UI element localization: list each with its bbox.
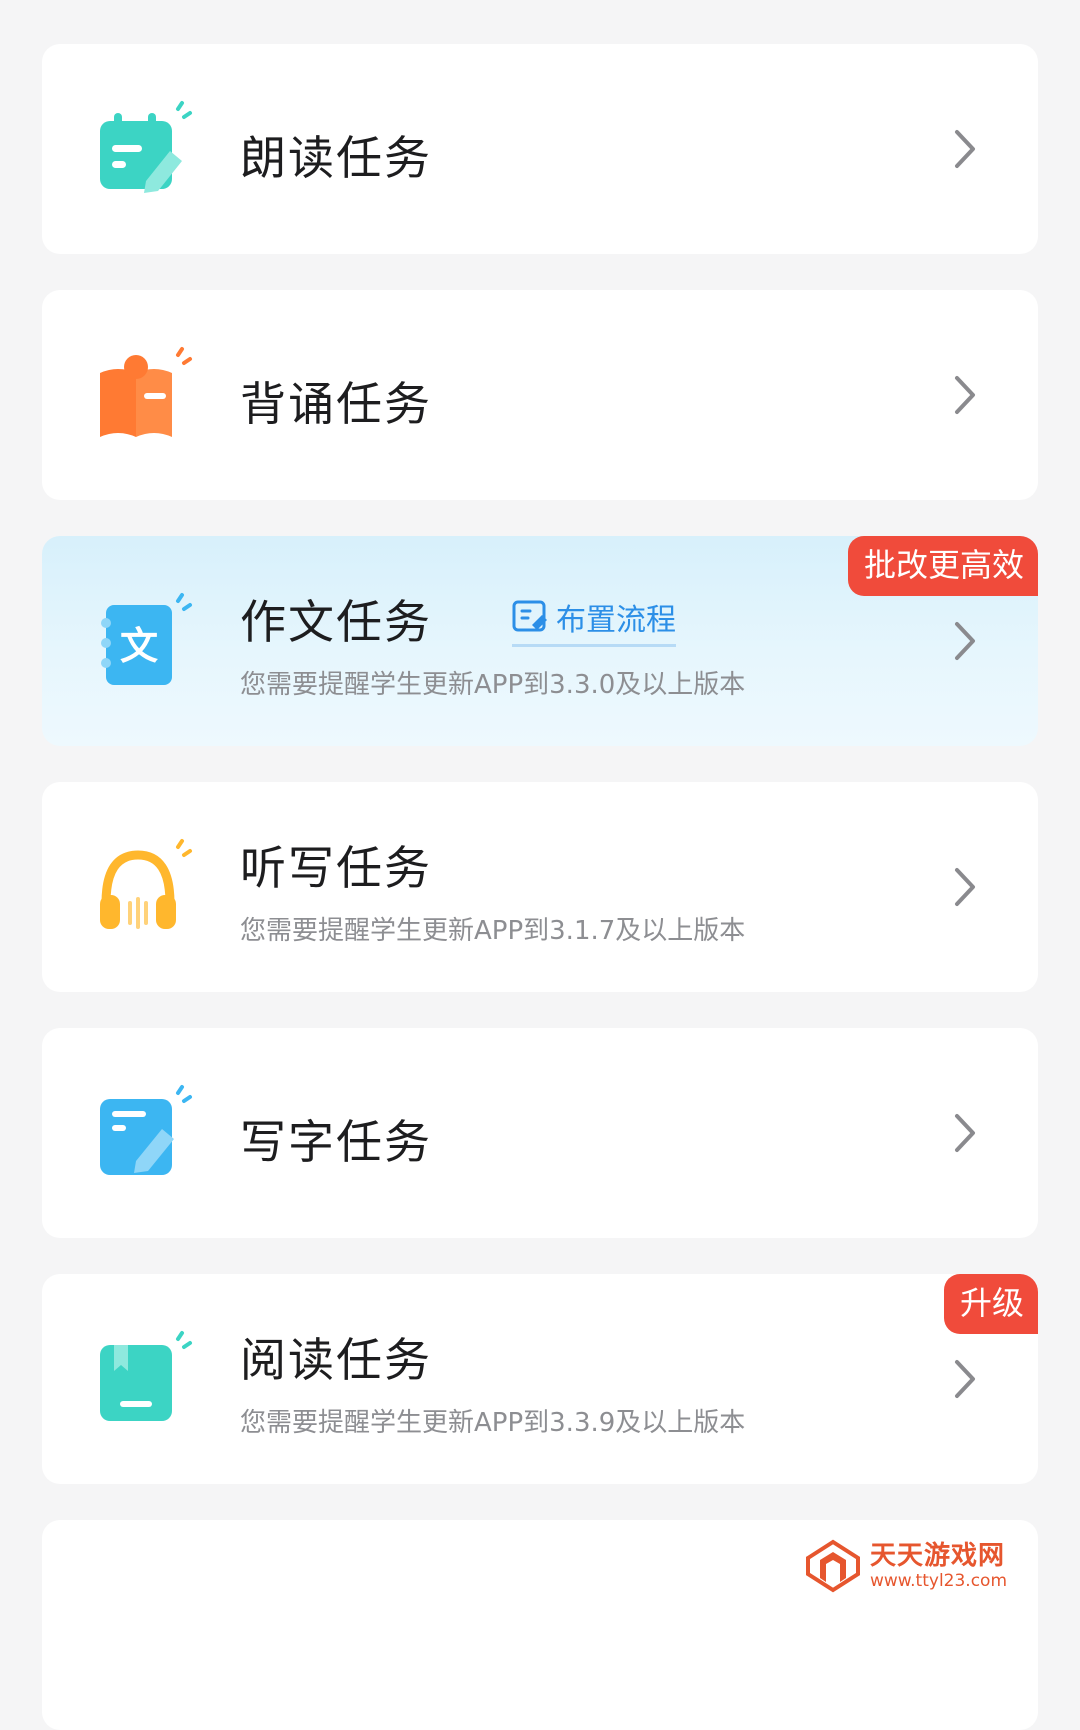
watermark-url: www.ttyl23.com bbox=[870, 1570, 1008, 1591]
chevron-right-icon bbox=[955, 1114, 975, 1152]
watermark-logo-icon bbox=[806, 1539, 860, 1593]
task-card-dictation[interactable]: 听写任务 您需要提醒学生更新APP到3.1.7及以上版本 bbox=[42, 782, 1038, 992]
task-title: 作文任务 bbox=[240, 595, 432, 649]
task-card-reading[interactable]: 阅读任务 您需要提醒学生更新APP到3.3.9及以上版本 升级 bbox=[42, 1274, 1038, 1484]
chevron-right-icon bbox=[955, 130, 975, 168]
note-pencil-icon bbox=[100, 1085, 192, 1175]
task-card-composition[interactable]: 文 作文任务 布置流程 您需要提醒学生更新APP到3.3.0及以上版本 批改更高… bbox=[42, 536, 1038, 746]
watermark-name: 天天游戏网 bbox=[870, 1540, 1006, 1571]
task-card-handwriting[interactable]: 写字任务 bbox=[42, 1028, 1038, 1238]
task-title: 听写任务 bbox=[240, 841, 432, 895]
chevron-right-icon bbox=[955, 622, 975, 660]
task-card-reading-aloud[interactable]: 朗读任务 bbox=[42, 44, 1038, 254]
calendar-pencil-icon bbox=[100, 101, 192, 193]
assignment-flow-link[interactable]: 布置流程 bbox=[512, 592, 676, 647]
task-card-recitation[interactable]: 背诵任务 bbox=[42, 290, 1038, 500]
site-watermark: 天天游戏网 www.ttyl23.com bbox=[804, 1535, 1034, 1597]
task-subtitle: 您需要提醒学生更新APP到3.3.9及以上版本 bbox=[240, 1408, 746, 1438]
task-subtitle: 您需要提醒学生更新APP到3.3.0及以上版本 bbox=[240, 670, 746, 700]
chevron-right-icon bbox=[955, 868, 975, 906]
headphones-icon bbox=[100, 839, 192, 929]
open-book-icon bbox=[100, 347, 192, 437]
book-bookmark-icon bbox=[100, 1331, 192, 1421]
task-title: 写字任务 bbox=[240, 1115, 432, 1169]
task-subtitle: 您需要提醒学生更新APP到3.1.7及以上版本 bbox=[240, 916, 746, 946]
badge-upgrade: 升级 bbox=[943, 1274, 1038, 1334]
task-title: 背诵任务 bbox=[240, 377, 432, 431]
task-title: 朗读任务 bbox=[240, 131, 432, 185]
chevron-right-icon bbox=[955, 376, 975, 414]
notebook-wen-icon: 文 bbox=[101, 593, 192, 685]
assignment-flow-label: 布置流程 bbox=[556, 603, 676, 638]
chevron-right-icon bbox=[955, 1360, 975, 1398]
svg-text:文: 文 bbox=[120, 624, 158, 668]
badge-efficient-grading: 批改更高效 bbox=[847, 536, 1038, 596]
flow-doc-icon bbox=[512, 600, 547, 632]
task-title: 阅读任务 bbox=[240, 1333, 432, 1387]
